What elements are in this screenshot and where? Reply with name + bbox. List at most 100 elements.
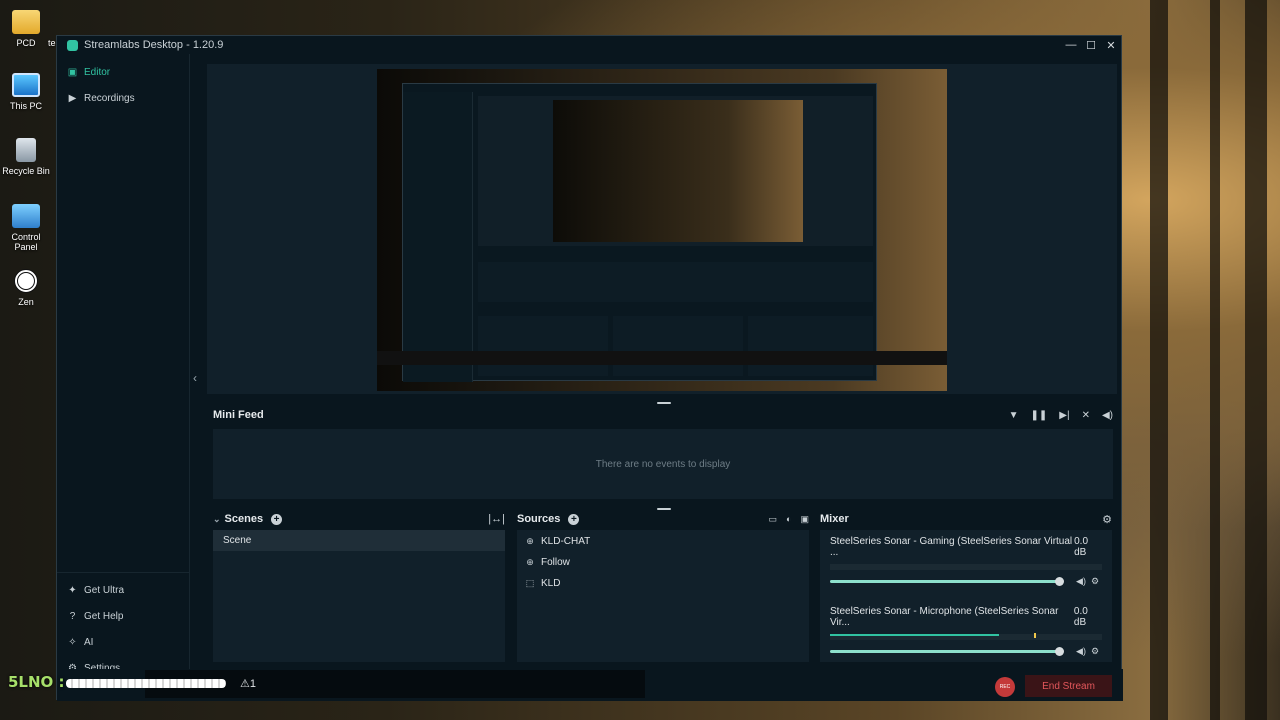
- add-selection-icon[interactable]: ▭: [769, 514, 778, 525]
- mini-feed-title: Mini Feed: [213, 409, 264, 421]
- scene-item[interactable]: Scene: [213, 530, 505, 551]
- preview-image: [377, 69, 947, 391]
- help-icon: ?: [69, 610, 76, 622]
- volume-slider[interactable]: ◀) ⚙: [830, 646, 1102, 656]
- add-scene-icon[interactable]: +: [271, 513, 283, 525]
- window-controls: — ☐ ✕: [1061, 39, 1121, 52]
- desktop-icon-recycle-bin[interactable]: Recycle Bin: [2, 138, 50, 176]
- source-group-icon[interactable]: ◐: [786, 514, 791, 525]
- recycle-bin-icon: [16, 138, 36, 162]
- stream-preview[interactable]: [207, 64, 1117, 394]
- sources-title: Sources: [517, 513, 561, 525]
- channel-db: 0.0 dB: [1073, 606, 1088, 628]
- sources-header: Sources + ▭ ◐ ▣: [517, 510, 809, 528]
- chevron-down-icon[interactable]: ⌄: [213, 514, 221, 525]
- desktop-icon-label: Recycle Bin: [2, 166, 50, 176]
- dashed-square-icon: ⬚: [525, 578, 535, 588]
- chat-message-graphic: [66, 679, 226, 688]
- chat-username: 5LNO :: [8, 673, 65, 691]
- volume-icon[interactable]: ◀): [1102, 410, 1113, 421]
- maximize-button[interactable]: ☐: [1081, 39, 1101, 52]
- source-label: KLD-CHAT: [541, 536, 591, 547]
- editor-icon: ▣: [67, 66, 78, 78]
- volume-slider[interactable]: ◀) ⚙: [830, 576, 1102, 586]
- scene-label: Scene: [223, 535, 252, 546]
- mini-feed-list: There are no events to display: [213, 429, 1113, 499]
- scenes-title: Scenes: [224, 513, 264, 525]
- desktop-icon-label: Control Panel: [11, 232, 41, 252]
- ultra-icon: ✦: [68, 584, 77, 596]
- empty-feed-text: There are no events to display: [595, 458, 731, 470]
- desktop-icon-this-pc[interactable]: This PC: [2, 73, 50, 111]
- nav-ai[interactable]: ✧ AI: [57, 629, 190, 655]
- volume-meter: [830, 564, 1102, 570]
- source-label: Follow: [541, 557, 570, 568]
- speaker-icon[interactable]: ◀): [1074, 576, 1088, 587]
- nav-editor[interactable]: ▣ Editor: [57, 59, 189, 85]
- record-button[interactable]: REC: [995, 677, 1015, 697]
- mixer-panel: SteelSeries Sonar - Gaming (SteelSeries …: [820, 530, 1112, 662]
- minimize-button[interactable]: —: [1061, 39, 1081, 52]
- gear-icon[interactable]: ⚙: [1102, 513, 1112, 526]
- scenes-header: ⌄ Scenes + |↔|: [213, 510, 505, 528]
- alert-icon: ⚠1: [240, 678, 256, 690]
- streamlabs-logo-icon: [67, 39, 78, 51]
- nav-label: Get Help: [84, 610, 124, 622]
- desktop-icon-label: Zen: [18, 297, 34, 307]
- sidebar-bottom: ✦ Get Ultra ? Get Help ✧ AI ⚙ Settings: [57, 572, 190, 681]
- nav-recordings[interactable]: ▶ Recordings: [57, 85, 189, 111]
- ai-icon: ✧: [68, 636, 77, 648]
- source-label: KLD: [541, 578, 561, 589]
- nav-get-ultra[interactable]: ✦ Get Ultra: [57, 577, 190, 603]
- mute-alerts-icon[interactable]: ✕: [1082, 410, 1090, 421]
- folder-icon: [12, 10, 40, 34]
- speaker-icon[interactable]: ◀): [1074, 646, 1088, 657]
- desktop-icon-label: PCD: [16, 38, 36, 48]
- mixer-header: Mixer ⚙: [820, 510, 1112, 528]
- source-item[interactable]: ⊕ KLD-CHAT: [517, 531, 809, 552]
- nav-label: Get Ultra: [84, 584, 125, 596]
- slider-knob[interactable]: [1055, 576, 1064, 586]
- desktop-icon-zen[interactable]: Zen: [2, 269, 50, 307]
- desktop-icon-pcd[interactable]: PCD: [2, 10, 50, 48]
- slider-knob[interactable]: [1055, 646, 1064, 656]
- mixer-channel: SteelSeries Sonar - Microphone (SteelSer…: [820, 586, 1112, 656]
- folder-icon[interactable]: ▣: [800, 514, 809, 525]
- close-button[interactable]: ✕: [1101, 39, 1121, 52]
- mixer-title: Mixer: [820, 513, 849, 525]
- editor-main: Mini Feed ▼ ❚❚ ▶| ✕ ◀) There are no even…: [202, 54, 1122, 701]
- end-stream-button[interactable]: End Stream: [1025, 675, 1112, 697]
- bg-tree: [1150, 0, 1168, 720]
- scene-transitions-icon[interactable]: |↔|: [488, 513, 505, 525]
- gear-icon[interactable]: ⚙: [1088, 576, 1102, 587]
- channel-name: SteelSeries Sonar - Microphone (SteelSer…: [830, 606, 1059, 628]
- resize-handle[interactable]: [657, 402, 671, 404]
- nested-window-capture: [402, 83, 877, 382]
- volume-meter: [830, 633, 1102, 640]
- skip-icon[interactable]: ▶|: [1059, 410, 1069, 421]
- source-item[interactable]: ⊕ Follow: [517, 552, 809, 573]
- add-source-icon[interactable]: +: [568, 513, 580, 525]
- mixer-channel: SteelSeries Sonar - Gaming (SteelSeries …: [820, 530, 1112, 586]
- pause-icon[interactable]: ❚❚: [1031, 410, 1048, 421]
- mini-feed-header: Mini Feed ▼ ❚❚ ▶| ✕ ◀): [213, 406, 1113, 424]
- gear-icon[interactable]: ⚙: [1088, 646, 1102, 657]
- zen-icon: [14, 269, 38, 293]
- desktop-icon-control-panel[interactable]: Control Panel: [2, 204, 50, 252]
- nav-label: Editor: [84, 66, 111, 78]
- bg-tree: [1245, 0, 1267, 720]
- scenes-panel: Scene: [213, 530, 505, 662]
- collapse-sidebar-icon[interactable]: ‹: [193, 371, 197, 385]
- globe-icon: ⊕: [526, 557, 534, 567]
- nav-get-help[interactable]: ? Get Help: [57, 603, 190, 629]
- control-panel-icon: [12, 204, 40, 228]
- streamlabs-window: Streamlabs Desktop - 1.20.9 — ☐ ✕ ▣ Edit…: [56, 35, 1123, 701]
- globe-icon: ⊕: [526, 536, 534, 546]
- nav-label: Recordings: [84, 92, 135, 104]
- source-item[interactable]: ⬚ KLD: [517, 573, 809, 594]
- peak-marker: [1034, 633, 1036, 638]
- window-title: Streamlabs Desktop - 1.20.9: [84, 39, 224, 51]
- channel-name: SteelSeries Sonar - Gaming (SteelSeries …: [830, 536, 1073, 558]
- filter-icon[interactable]: ▼: [1009, 410, 1019, 421]
- recordings-icon: ▶: [68, 92, 77, 104]
